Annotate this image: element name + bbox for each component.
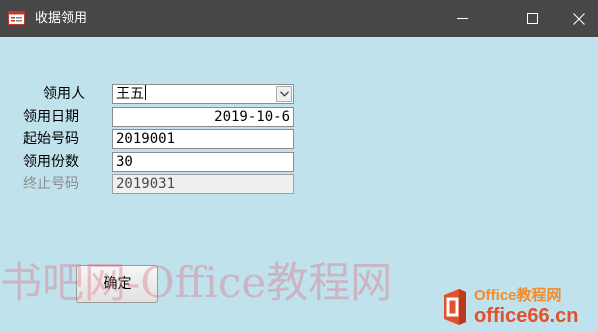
watermark-text: 书吧网-Office教程网 [0, 258, 393, 307]
quantity-field[interactable]: 30 [112, 152, 294, 172]
logo-domain: office66.cn [474, 305, 579, 327]
date-field[interactable]: 2019-10-6 [112, 107, 294, 127]
close-icon [573, 12, 585, 25]
window-title: 收据领用 [35, 11, 88, 26]
office-logo-icon [444, 289, 466, 325]
dropdown-button[interactable] [276, 86, 292, 102]
end-number-field: 2019031 [112, 174, 294, 194]
recipient-value: 王五 [116, 86, 144, 102]
text-cursor [145, 85, 146, 100]
minimize-button[interactable] [439, 0, 485, 37]
start-number-field[interactable]: 2019001 [112, 129, 294, 149]
maximize-icon [526, 13, 538, 24]
quantity-label: 领用份数 [23, 154, 79, 170]
title-bar: 收据领用 [0, 0, 598, 37]
maximize-button[interactable] [509, 0, 555, 37]
start-number-label: 起始号码 [23, 131, 79, 147]
form-icon [8, 11, 25, 25]
close-button[interactable] [556, 0, 598, 37]
logo-title: Office教程网 [474, 287, 562, 304]
chevron-down-icon [279, 91, 289, 97]
office-logo: Office教程网 office66.cn [440, 286, 594, 330]
recipient-label: 领用人 [43, 86, 85, 102]
end-number-label: 终止号码 [23, 176, 79, 192]
recipient-combobox[interactable]: 王五 [112, 84, 294, 104]
date-label: 领用日期 [23, 109, 79, 125]
minimize-icon [456, 18, 468, 19]
